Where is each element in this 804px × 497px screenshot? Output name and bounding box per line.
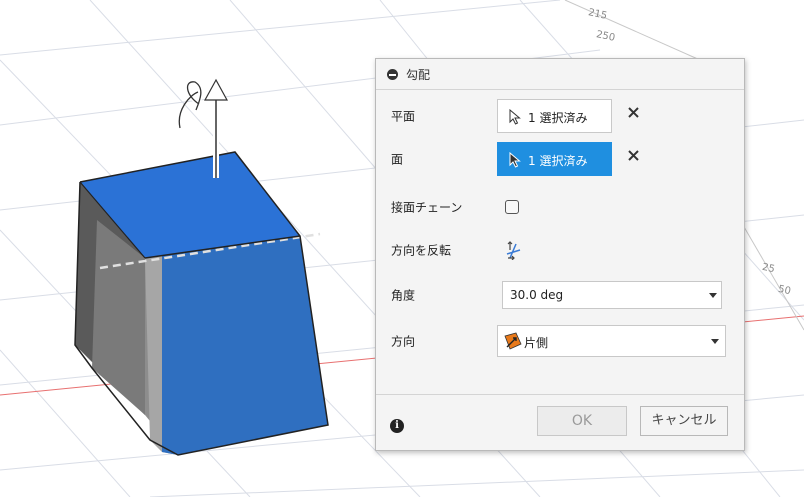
direction-label: 方向 <box>391 334 416 349</box>
face-selection-text: 1 選択済み <box>528 154 588 168</box>
angle-row: 角度 30.0 deg <box>376 275 744 315</box>
flip-row: 方向を反転 <box>376 230 744 270</box>
plane-selection-text: 1 選択済み <box>528 111 588 125</box>
ok-button[interactable]: OK <box>537 406 627 436</box>
plane-label: 平面 <box>391 109 416 124</box>
direction-row: 方向 片側 <box>376 321 744 361</box>
select-cursor-icon <box>509 152 521 168</box>
plane-selection-button[interactable]: 1 選択済み <box>497 99 612 133</box>
direction-select[interactable]: 片側 <box>497 325 726 357</box>
face-label: 面 <box>391 152 404 167</box>
direction-value: 片側 <box>524 336 549 350</box>
face-selection-button[interactable]: 1 選択済み <box>497 142 612 176</box>
face-row: 面 1 選択済み <box>376 139 744 179</box>
flip-direction-icon[interactable] <box>504 240 522 260</box>
dialog-footer: i OK キャンセル <box>376 394 744 452</box>
angle-dropdown-icon[interactable] <box>709 293 717 298</box>
ruler-label: 50 <box>776 283 792 298</box>
collapse-icon[interactable] <box>387 69 398 80</box>
plane-row: 平面 1 選択済み <box>376 96 744 136</box>
tangent-chain-row: 接面チェーン <box>376 187 744 227</box>
dialog-title: 勾配 <box>406 68 431 82</box>
one-side-draft-icon <box>504 332 522 350</box>
dialog-header[interactable]: 勾配 <box>376 59 744 90</box>
tangent-chain-checkbox[interactable] <box>505 200 519 214</box>
draft-dialog: 勾配 平面 1 選択済み 面 1 選択済み 接面チェーン 方向を反転 角度 30… <box>375 58 745 451</box>
angle-input[interactable]: 30.0 deg <box>502 281 722 309</box>
clear-face-icon[interactable] <box>628 150 639 161</box>
clear-plane-icon[interactable] <box>628 107 639 118</box>
cancel-button[interactable]: キャンセル <box>640 406 728 436</box>
ruler-label: 25 <box>760 261 776 276</box>
tangent-chain-label: 接面チェーン <box>391 200 463 215</box>
direction-dropdown-icon[interactable] <box>711 339 719 344</box>
select-cursor-icon <box>509 109 521 125</box>
draft-body[interactable] <box>74 151 329 456</box>
angle-label: 角度 <box>391 288 416 303</box>
info-icon[interactable]: i <box>390 419 404 433</box>
flip-label: 方向を反転 <box>391 243 452 258</box>
angle-value: 30.0 deg <box>510 288 564 302</box>
